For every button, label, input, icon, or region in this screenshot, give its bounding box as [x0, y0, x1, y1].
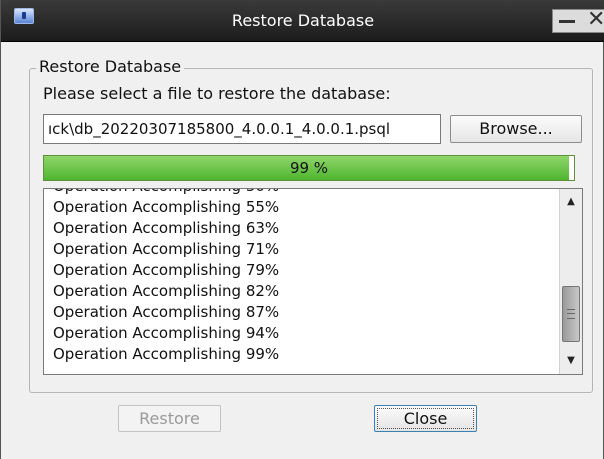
log-line: Operation Accomplishing 63% [53, 219, 280, 237]
progress-bar: 99 % [43, 155, 575, 181]
log-line: Operation Accomplishing 55% [53, 198, 280, 216]
select-file-prompt: Please select a file to restore the data… [43, 84, 391, 103]
log-line: Operation Accomplishing 99% [53, 345, 280, 363]
scroll-down-arrow-icon[interactable]: ▼ [560, 350, 582, 372]
window-controls: ✕ [552, 8, 604, 33]
close-button[interactable]: Close [374, 405, 477, 432]
log-line: Operation Accomplishing 50% [53, 189, 553, 197]
log-line: Operation Accomplishing 82% [53, 282, 280, 300]
close-icon[interactable]: ✕ [587, 8, 604, 32]
operation-log[interactable]: Operation Accomplishing 50%Operation Acc… [43, 188, 583, 375]
grip-icon [567, 308, 575, 319]
scroll-up-arrow-icon[interactable]: ▲ [560, 191, 582, 213]
vertical-scrollbar[interactable]: ▲ ▼ [559, 189, 582, 374]
log-lines: Operation Accomplishing 50%Operation Acc… [53, 189, 553, 365]
title-bar[interactable]: Restore Database ✕ [1, 0, 604, 42]
window-title: Restore Database [231, 11, 375, 30]
scrollbar-thumb[interactable] [562, 285, 580, 342]
minimize-icon[interactable] [559, 20, 575, 23]
browse-button[interactable]: Browse... [450, 115, 582, 143]
log-line: Operation Accomplishing 87% [53, 303, 280, 321]
log-line: Operation Accomplishing 94% [53, 324, 280, 342]
file-path-field[interactable]: ıck\db_20220307185800_4.0.0.1_4.0.0.1.ps… [43, 114, 441, 144]
restore-button[interactable]: Restore [118, 405, 221, 432]
log-line: Operation Accomplishing 71% [53, 240, 280, 258]
progress-percent: 99 % [289, 159, 329, 177]
group-title: Restore Database [36, 57, 185, 77]
log-line: Operation Accomplishing 79% [53, 261, 280, 279]
restore-database-dialog: Restore Database ✕ Restore Database Plea… [0, 0, 604, 459]
